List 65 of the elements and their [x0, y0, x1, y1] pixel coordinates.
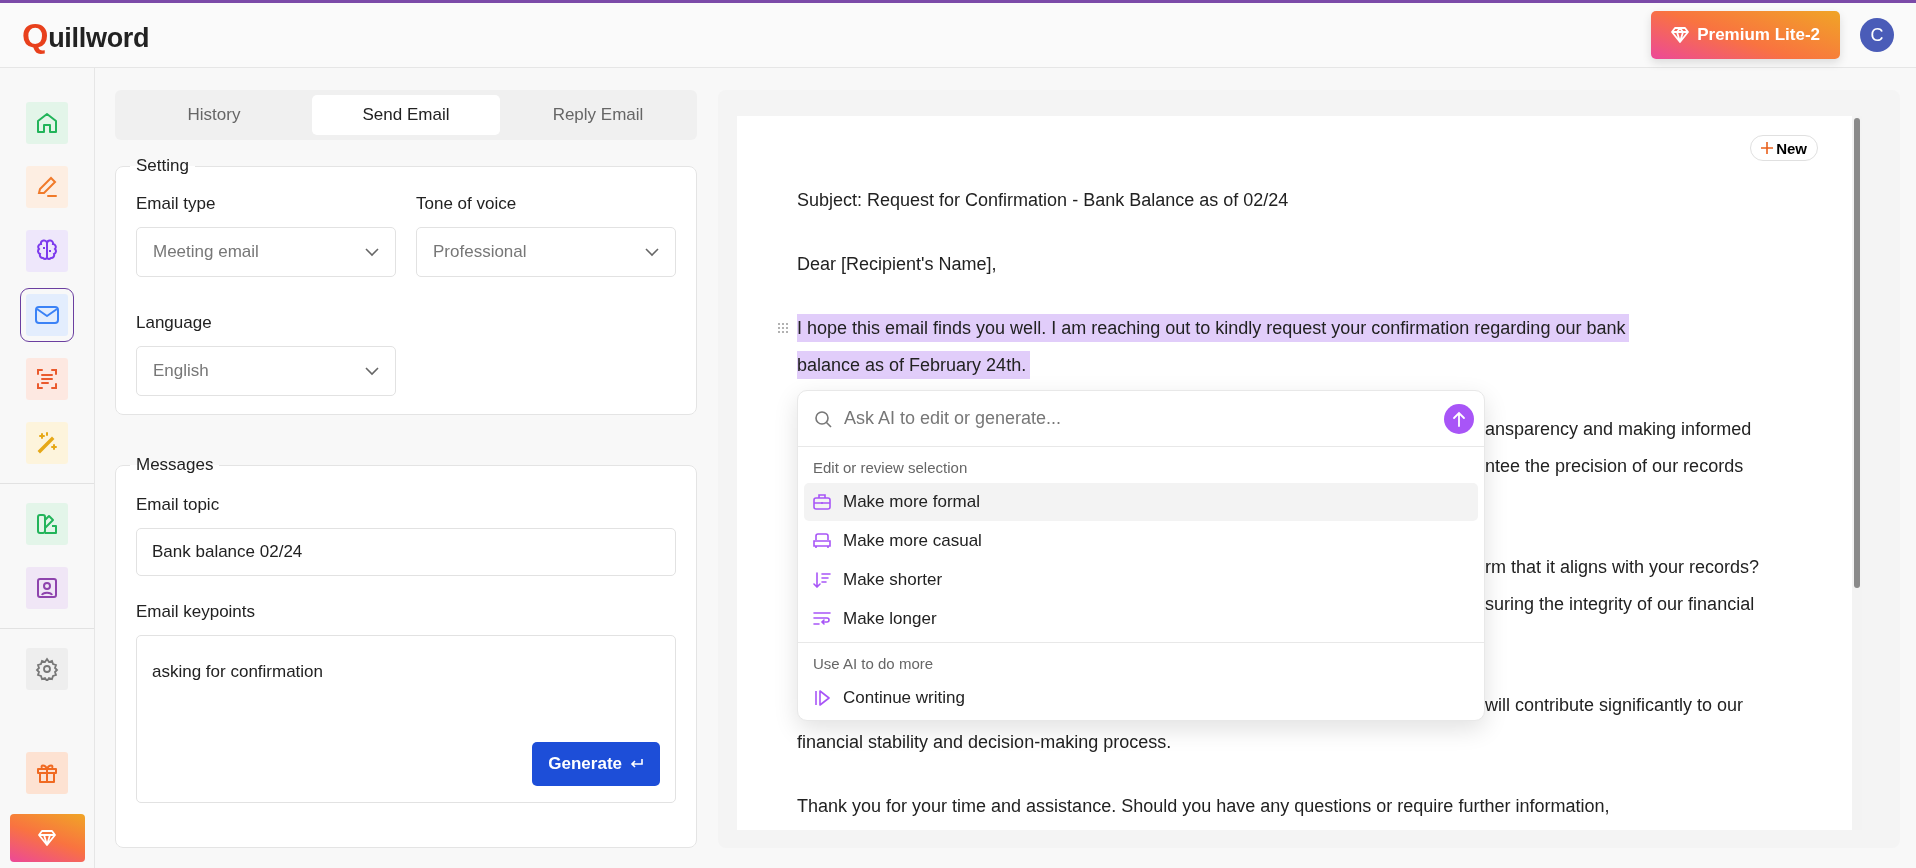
play-icon: [813, 690, 831, 706]
mail-icon: [34, 304, 60, 326]
briefcase-icon: [813, 494, 831, 510]
arrow-up-icon: [1452, 410, 1466, 427]
magic-wand-icon: [35, 431, 59, 455]
field-label: Language: [136, 313, 213, 333]
select-field[interactable]: Professional: [416, 227, 676, 277]
paragraph-text: ansparency and making informed: [1485, 418, 1753, 441]
sort-down-icon: [813, 572, 831, 588]
settings-icon: [35, 657, 59, 681]
diamond-icon: [1671, 27, 1690, 43]
paragraph-text: ntee the precision of our records: [1485, 455, 1745, 478]
premium-sidebar-button[interactable]: [9, 814, 85, 862]
search-icon: [814, 409, 832, 428]
paragraph-text: Subject: Request for Confirmation - Bank Balance as of 02/24: [797, 189, 1290, 212]
field-label: Email keypoints: [136, 602, 257, 622]
paragraph-text: Thank you for your time and assistance. Should you have any questions or require further information,: [797, 795, 1611, 818]
plus-icon: [1761, 142, 1774, 154]
menu-item[interactable]: Make more formal: [804, 483, 1478, 521]
chevron-down-icon: [645, 247, 659, 257]
menu-item[interactable]: Make longer: [804, 600, 1478, 638]
diamond-icon: [38, 830, 56, 846]
select-field[interactable]: English: [136, 346, 396, 396]
new-button[interactable]: New: [1750, 135, 1818, 161]
pen-icon: [35, 175, 59, 199]
menu-section-title: Use AI to do more: [812, 654, 935, 674]
menu-item[interactable]: Make more casual: [804, 522, 1478, 560]
tab[interactable]: Send Email: [312, 95, 500, 135]
scrollbar[interactable]: [1852, 116, 1862, 830]
paragraph-text: Dear [Recipient's Name],: [797, 253, 998, 276]
paragraph-text: suring the integrity of our financial: [1485, 593, 1756, 616]
scan-text-icon: [35, 367, 59, 391]
send-button[interactable]: [1444, 403, 1474, 434]
generate-button[interactable]: Generate: [532, 742, 660, 786]
brain-icon: [35, 239, 59, 263]
section-title: Setting: [135, 156, 190, 176]
select-field[interactable]: Meeting email: [136, 227, 396, 277]
field-label: Email type: [136, 194, 217, 214]
text-wrap-icon: [813, 611, 831, 627]
paragraph-text: will contribute significantly to our: [1485, 694, 1745, 717]
section-title: Messages: [135, 455, 215, 475]
paragraph-text: I hope this email finds you well. I am reaching out to kindly request your confirmation regarding our bank: [797, 314, 1630, 342]
paragraph-text: financial stability and decision-making process.: [797, 731, 1173, 754]
input-field[interactable]: Bank balance 02/24: [136, 528, 676, 576]
swatch-icon: [35, 512, 59, 536]
paragraph-text: balance as of February 24th.: [797, 351, 1031, 379]
field-label: Email topic: [136, 495, 221, 515]
tab[interactable]: History: [120, 95, 308, 135]
enter-icon: [630, 758, 644, 770]
chevron-down-icon: [365, 247, 379, 257]
sidebar-item[interactable]: [20, 288, 74, 342]
logo: Quillword: [22, 15, 150, 55]
chevron-down-icon: [365, 366, 379, 376]
tab[interactable]: Reply Email: [504, 95, 692, 135]
drag-handle-icon: [777, 322, 789, 334]
field-label: Tone of voice: [416, 194, 518, 214]
text-area[interactable]: asking for confirmation Generate: [136, 635, 676, 803]
home-icon: [35, 111, 59, 135]
sofa-icon: [813, 533, 831, 549]
menu-item[interactable]: Make shorter: [804, 561, 1478, 599]
menu-section-title: Edit or review selection: [812, 458, 969, 478]
user-avatar[interactable]: C: [1860, 18, 1894, 52]
paragraph-text: rm that it aligns with your records?: [1485, 556, 1761, 579]
contact-card-icon: [35, 576, 59, 600]
menu-item[interactable]: Continue writing: [804, 679, 1478, 717]
